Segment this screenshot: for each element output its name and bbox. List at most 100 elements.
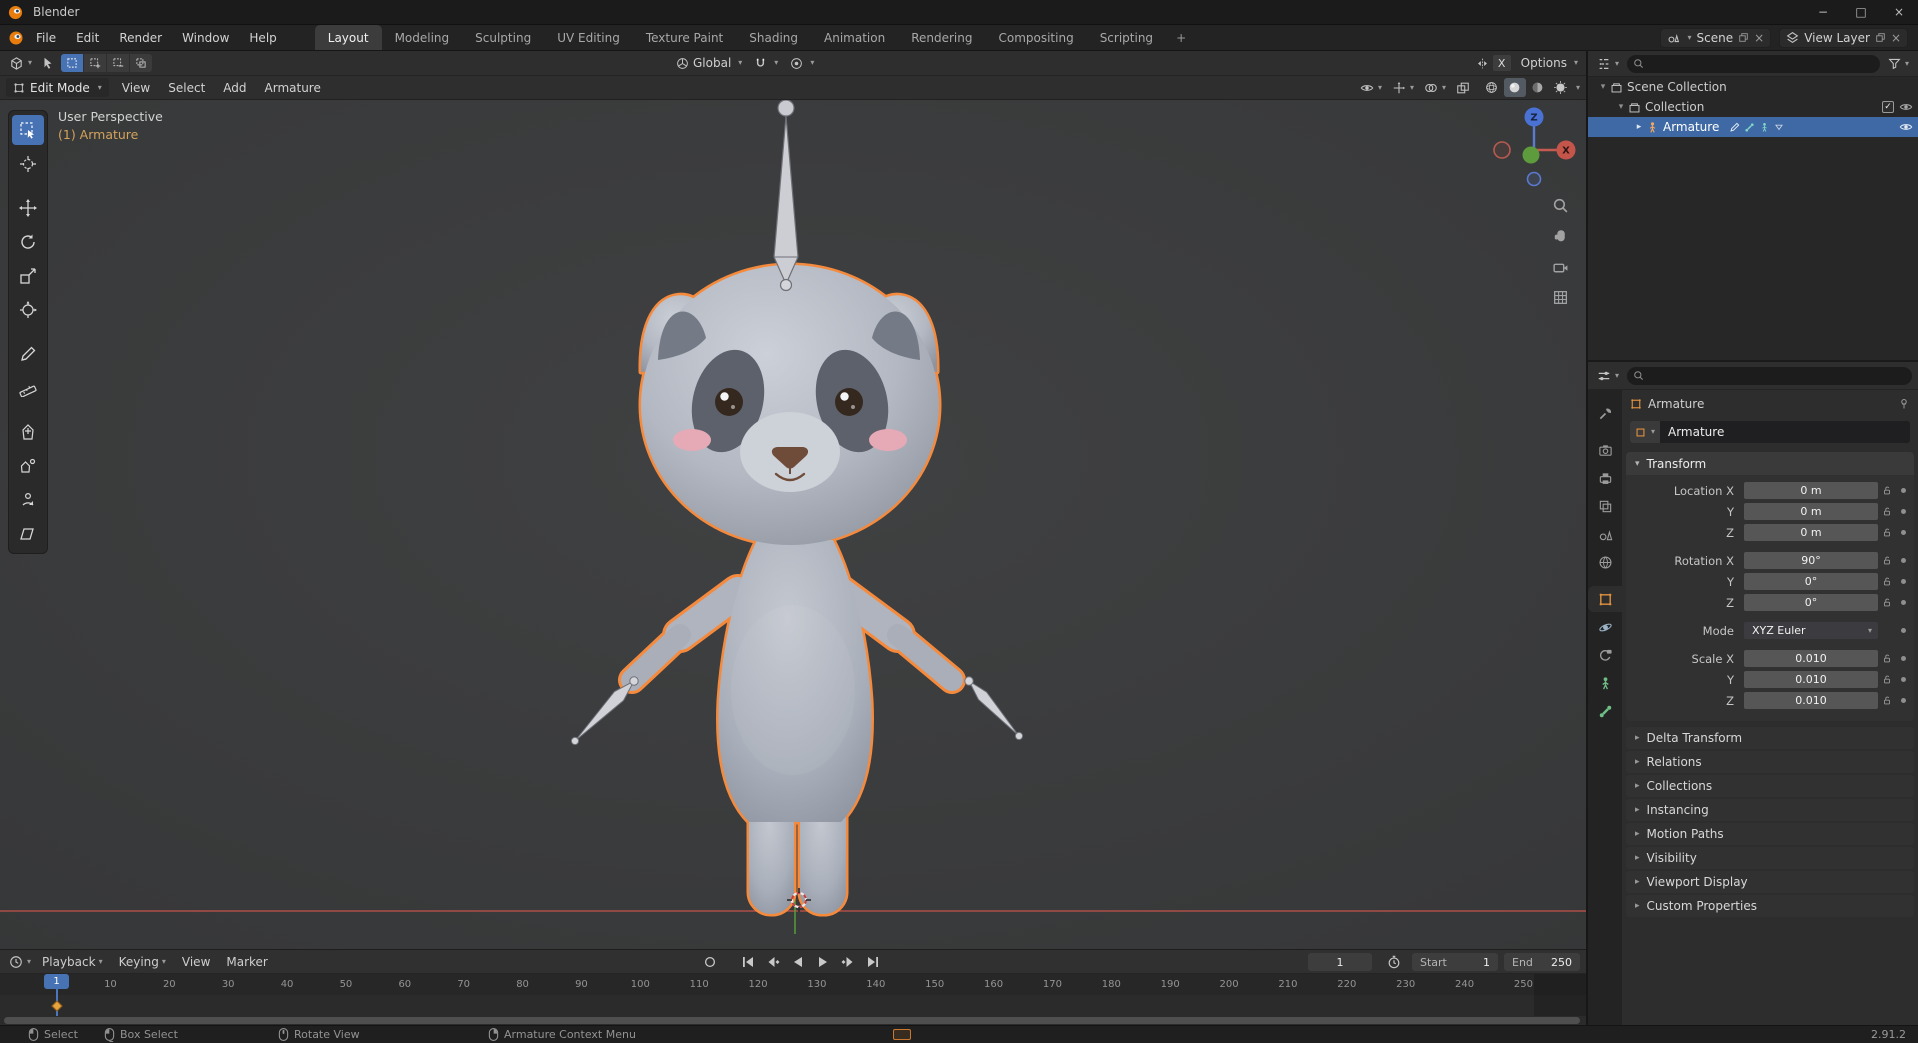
outliner-editor-type-button[interactable]: ▾ [1594, 54, 1622, 73]
tool-extrude-to-cursor[interactable] [12, 451, 44, 481]
mirror-x-button[interactable]: X [1492, 55, 1511, 71]
view-layer-selector[interactable]: View Layer × [1779, 27, 1908, 48]
tool-cursor[interactable] [12, 149, 44, 179]
lock-button[interactable] [1878, 576, 1896, 587]
shading-rendered-button[interactable] [1550, 78, 1572, 97]
tab-shading[interactable]: Shading [736, 25, 811, 50]
tab-physics[interactable] [1588, 614, 1622, 640]
gizmo-neg-x-ball[interactable] [1493, 141, 1511, 159]
collapsed-panel-header[interactable]: ▸ Instancing [1626, 799, 1914, 821]
tab-scripting[interactable]: Scripting [1087, 25, 1166, 50]
frame-end-field[interactable]: End 250 [1504, 953, 1580, 971]
menu-item[interactable]: Render [109, 25, 172, 50]
collapsed-panel-header[interactable]: ▸ Delta Transform [1626, 727, 1914, 749]
maximize-button[interactable]: □ [1842, 0, 1880, 24]
scale-x-field[interactable]: 0.010 [1744, 650, 1878, 667]
animate-button[interactable] [1896, 509, 1910, 514]
tab-object-data[interactable] [1588, 670, 1622, 696]
lock-button[interactable] [1878, 555, 1896, 566]
lock-button[interactable] [1878, 674, 1896, 685]
gizmo-neg-z-ball[interactable] [1526, 171, 1542, 187]
playhead-badge[interactable]: 1 [44, 974, 69, 989]
mode-dropdown[interactable]: Edit Mode ▾ [6, 78, 109, 97]
disclosure-icon[interactable]: ▾ [1596, 82, 1610, 92]
viewport-menu-item[interactable]: Select [159, 76, 214, 99]
minimize-button[interactable]: − [1804, 0, 1842, 24]
filter-button[interactable]: ▾ [1885, 54, 1912, 73]
pin-button[interactable] [1898, 398, 1910, 410]
outliner-row-scene-collection[interactable]: ▾ Scene Collection [1588, 77, 1918, 97]
disclosure-icon[interactable]: ▾ [1614, 102, 1628, 112]
collapsed-panel-header[interactable]: ▸ Relations [1626, 751, 1914, 773]
tab-sculpting[interactable]: Sculpting [462, 25, 544, 50]
viewport-menu-item[interactable]: Add [214, 76, 255, 99]
shading-solid-button[interactable] [1503, 78, 1526, 97]
disclosure-icon[interactable]: ▸ [1632, 122, 1646, 132]
proportional-editing-toggle[interactable]: ▾ [790, 57, 814, 70]
animate-button[interactable] [1896, 558, 1910, 563]
lock-button[interactable] [1878, 485, 1896, 496]
tool-rotate[interactable] [12, 227, 44, 257]
overlays-dropdown[interactable]: ▾ [1421, 78, 1449, 97]
scale-z-field[interactable]: 0.010 [1744, 692, 1878, 709]
tool-select-box[interactable] [12, 115, 44, 145]
animate-button[interactable] [1896, 530, 1910, 535]
timeline-menu-keying[interactable]: Keying ▾ [111, 950, 174, 973]
options-dropdown[interactable]: Options ▾ [1521, 56, 1578, 70]
tool-move[interactable] [12, 193, 44, 223]
tool-measure[interactable] [12, 373, 44, 403]
tab-render[interactable] [1588, 437, 1622, 463]
viewport-canvas[interactable]: Z X [0, 100, 1586, 949]
tab-uv-editing[interactable]: UV Editing [544, 25, 633, 50]
new-scene-button[interactable] [1738, 32, 1749, 43]
transform-orientation-dropdown[interactable]: Global ▾ [676, 56, 742, 70]
transform-panel-header[interactable]: ▾ Transform [1626, 452, 1914, 475]
animate-button[interactable] [1896, 600, 1910, 605]
shading-material-button[interactable] [1527, 78, 1549, 97]
rotation-x-field[interactable]: 90° [1744, 552, 1878, 569]
play-button[interactable] [813, 953, 833, 971]
exclude-checkbox[interactable]: ✓ [1882, 101, 1894, 113]
outliner-row-collection[interactable]: ▾ Collection ✓ [1588, 97, 1918, 117]
visibility-dropdown[interactable]: ▾ [1357, 78, 1385, 97]
preview-range-button[interactable] [1384, 953, 1404, 971]
select-mode-new-button[interactable] [61, 54, 84, 72]
select-mode-extend-button[interactable] [84, 54, 107, 72]
tab-tool[interactable] [1588, 400, 1622, 426]
lock-button[interactable] [1878, 653, 1896, 664]
animate-button[interactable] [1896, 628, 1910, 633]
hide-eye-icon[interactable] [1899, 100, 1913, 114]
properties-editor-type-button[interactable]: ▾ [1594, 366, 1622, 385]
unlink-scene-button[interactable]: × [1754, 31, 1764, 45]
snapping-toggle[interactable]: ▾ [754, 57, 778, 70]
ortho-toggle-button[interactable] [1547, 284, 1573, 310]
timeline-menu-view[interactable]: View [174, 950, 218, 973]
tab-bone[interactable] [1588, 698, 1622, 724]
scale-y-field[interactable]: 0.010 [1744, 671, 1878, 688]
lock-button[interactable] [1878, 695, 1896, 706]
timeline-menu-marker[interactable]: Marker [218, 950, 275, 973]
viewport-3d[interactable]: Z X User Perspective (1) Armature [0, 100, 1586, 949]
collapsed-panel-header[interactable]: ▸ Motion Paths [1626, 823, 1914, 845]
tab-animation[interactable]: Animation [811, 25, 898, 50]
rotation-mode-dropdown[interactable]: XYZ Euler ▾ [1744, 622, 1878, 639]
tab-scene[interactable] [1588, 521, 1622, 547]
next-keyframe-button[interactable] [838, 953, 858, 971]
camera-view-button[interactable] [1547, 254, 1573, 280]
tool-extrude[interactable] [12, 417, 44, 447]
tab-modeling[interactable]: Modeling [382, 25, 463, 50]
tool-transform[interactable] [12, 295, 44, 325]
animate-button[interactable] [1896, 579, 1910, 584]
rotation-z-field[interactable]: 0° [1744, 594, 1878, 611]
id-type-dropdown[interactable]: ▾ [1630, 421, 1660, 443]
tool-scale[interactable] [12, 261, 44, 291]
add-workspace-button[interactable]: + [1166, 25, 1196, 50]
prev-keyframe-button[interactable] [763, 953, 783, 971]
tab-rendering[interactable]: Rendering [898, 25, 985, 50]
tool-roll[interactable] [12, 485, 44, 515]
collapsed-panel-header[interactable]: ▸ Visibility [1626, 847, 1914, 869]
animate-button[interactable] [1896, 677, 1910, 682]
select-mode-intersect-button[interactable] [130, 54, 153, 72]
tab-layout[interactable]: Layout [314, 25, 382, 50]
scene-selector[interactable]: ▾ Scene × [1659, 27, 1772, 48]
